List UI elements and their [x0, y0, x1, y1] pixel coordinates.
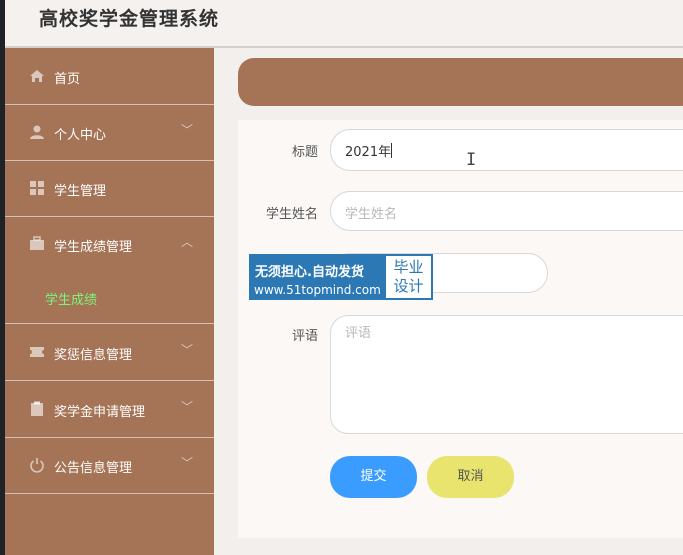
sidebar-item-label: 首页 [54, 72, 81, 87]
main-content: 标题 2021年 I 学生姓名 学生姓名 评语 评语 提交 取消 [214, 48, 683, 555]
sidebar-item-personal-center[interactable]: 个人中心 ﹀ [5, 104, 214, 161]
sidebar-item-grade-management[interactable]: 学生成绩管理 ︿ [5, 216, 214, 272]
title-label: 标题 [291, 145, 318, 160]
watermark-banner: 无须担心.自动发货 www.51topmind.com 毕业 设计 [249, 254, 433, 300]
student-name-label: 学生姓名 [265, 207, 318, 222]
ticket-icon [30, 347, 44, 357]
chevron-down-icon: ﹀ [181, 123, 194, 137]
submit-button[interactable]: 提交 [330, 456, 417, 498]
watermark-badge-line1: 毕业 [393, 258, 424, 276]
student-name-input[interactable]: 学生姓名 [330, 191, 683, 231]
cancel-button[interactable]: 取消 [427, 456, 514, 498]
sidebar-item-rewards-management[interactable]: 奖惩信息管理 ﹀ [5, 324, 214, 381]
student-name-placeholder: 学生姓名 [345, 207, 398, 222]
sidebar-item-label: 学生管理 [54, 184, 107, 199]
home-icon [30, 70, 44, 82]
briefcase-icon [30, 236, 44, 250]
sidebar-item-label: 奖学金申请管理 [54, 405, 146, 420]
title-input[interactable]: 2021年 [330, 129, 683, 171]
sidebar-item-label: 个人中心 [54, 128, 107, 143]
comment-placeholder: 评语 [345, 326, 372, 341]
sidebar-item-label: 奖惩信息管理 [54, 348, 133, 363]
page-banner [238, 58, 683, 106]
sidebar-subitem-student-grades[interactable]: 学生成绩 [5, 271, 214, 324]
comment-textarea[interactable]: 评语 [330, 315, 683, 434]
title-input-value: 2021年 [345, 145, 392, 160]
clipboard-icon [31, 401, 43, 416]
comment-label: 评语 [291, 329, 318, 344]
sidebar-item-student-management[interactable]: 学生管理 [5, 160, 214, 217]
grid-icon [30, 181, 44, 195]
chevron-down-icon: ﹀ [181, 400, 194, 414]
text-caret [391, 143, 393, 158]
sidebar-item-announcement-management[interactable]: 公告信息管理 ﹀ [5, 437, 214, 494]
chevron-up-icon: ︿ [181, 235, 194, 249]
power-icon [30, 458, 44, 473]
sidebar-item-label: 学生成绩管理 [54, 240, 133, 255]
app-header: 高校奖学金管理系统 [5, 0, 683, 48]
sidebar: 首页 个人中心 ﹀ 学生管理 学生成绩管理 ︿ 学生成绩 奖惩信息管理 ﹀ 奖学… [5, 48, 214, 555]
sidebar-item-label: 公告信息管理 [54, 461, 133, 476]
watermark-badge-line2: 设计 [393, 277, 424, 295]
sidebar-subitem-label: 学生成绩 [45, 293, 98, 308]
chevron-down-icon: ﹀ [181, 456, 194, 470]
sidebar-item-home[interactable]: 首页 [5, 48, 214, 105]
text-cursor-icon: I [466, 150, 477, 170]
watermark-line1: 无须担心.自动发货 [255, 265, 364, 280]
app-title: 高校奖学金管理系统 [39, 8, 220, 30]
chevron-down-icon: ﹀ [181, 343, 194, 357]
watermark-badge: 毕业 设计 [386, 256, 431, 298]
user-icon [30, 125, 44, 139]
sidebar-item-scholarship-application[interactable]: 奖学金申请管理 ﹀ [5, 381, 214, 438]
watermark-line2: www.51topmind.com [254, 283, 381, 297]
